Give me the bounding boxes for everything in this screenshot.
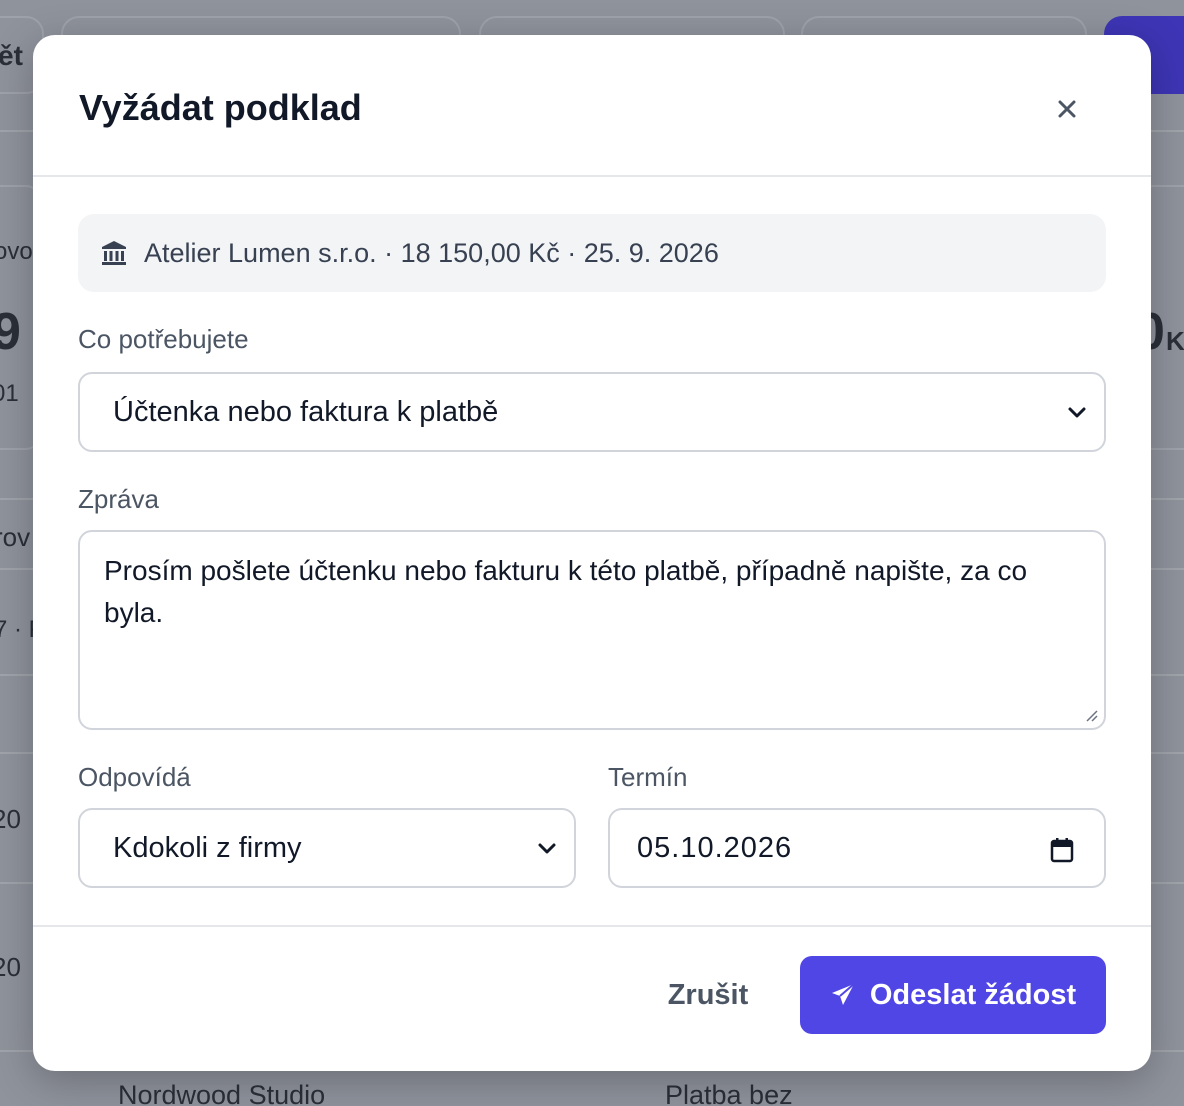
dialog-footer-divider bbox=[33, 925, 1151, 927]
message-text: Prosím pošlete účtenku nebo fakturu k té… bbox=[104, 555, 1028, 628]
send-request-label: Odeslat žádost bbox=[869, 978, 1077, 1011]
paper-plane-icon bbox=[831, 983, 855, 1005]
need-select-value: Účtenka nebo faktura k platbě bbox=[113, 395, 499, 428]
background-text: 9 bbox=[0, 303, 21, 361]
message-label: Zpráva bbox=[78, 484, 159, 514]
background-text: Platba bez bbox=[665, 1080, 793, 1106]
deadline-label: Termín bbox=[608, 762, 688, 792]
background-text: Nordwood Studio bbox=[118, 1080, 326, 1106]
payment-summary-text: Atelier Lumen s.r.o. · 18 150,00 Kč · 25… bbox=[144, 237, 719, 268]
dialog-title: Vyžádat podklad bbox=[79, 87, 362, 128]
resize-handle-icon[interactable] bbox=[1082, 706, 1098, 722]
send-request-button[interactable]: Odeslat žádost bbox=[800, 956, 1106, 1034]
background-text: 20 bbox=[0, 804, 21, 834]
dialog-header: Vyžádat podklad bbox=[33, 35, 1151, 177]
background-text: rov bbox=[0, 522, 31, 552]
chevron-down-icon bbox=[538, 843, 556, 854]
background-text: ět bbox=[0, 40, 23, 71]
chevron-down-icon bbox=[1068, 407, 1086, 418]
message-textarea[interactable]: Prosím pošlete účtenku nebo fakturu k té… bbox=[78, 530, 1106, 730]
close-button[interactable] bbox=[1049, 91, 1085, 127]
payment-summary: Atelier Lumen s.r.o. · 18 150,00 Kč · 25… bbox=[78, 214, 1106, 292]
request-document-dialog: Vyžádat podklad Atelier Lumen s.r.o. · 1… bbox=[33, 35, 1151, 1071]
cancel-button[interactable]: Zrušit bbox=[653, 956, 763, 1034]
bank-icon bbox=[100, 239, 128, 267]
background-text: ovo bbox=[0, 238, 33, 265]
background-text: 01 bbox=[0, 380, 19, 407]
need-select[interactable]: Účtenka nebo faktura k platbě bbox=[78, 372, 1106, 452]
background-text: K bbox=[1166, 326, 1184, 356]
responsible-select-value: Kdokoli z firmy bbox=[113, 831, 302, 864]
close-icon bbox=[1058, 100, 1076, 118]
deadline-date-input[interactable]: 05.10.2026 bbox=[608, 808, 1106, 888]
calendar-icon[interactable] bbox=[1050, 837, 1074, 863]
background-text: 20 bbox=[0, 952, 21, 982]
responsible-select[interactable]: Kdokoli z firmy bbox=[78, 808, 576, 888]
need-label: Co potřebujete bbox=[78, 324, 249, 354]
deadline-value: 05.10.2026 bbox=[637, 831, 793, 864]
responsible-label: Odpovídá bbox=[78, 762, 191, 792]
